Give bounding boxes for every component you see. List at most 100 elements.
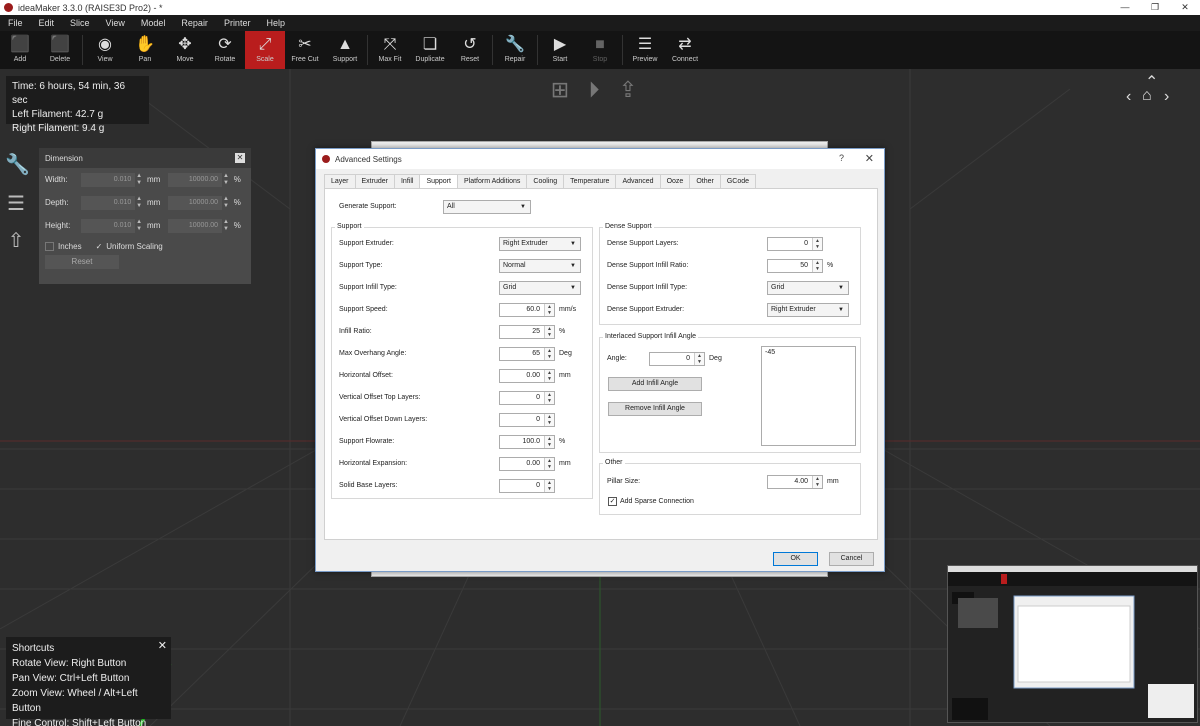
ok-button[interactable]: OK (773, 552, 818, 566)
tab-gcode[interactable]: GCode (719, 174, 757, 188)
dense-support-extruder-select[interactable]: Right Extruder ▼ (767, 303, 849, 317)
spinner-icon[interactable]: ▲ ▼ (135, 196, 143, 210)
tab-other[interactable]: Other (689, 174, 721, 188)
export-icon[interactable]: ⇪ (615, 77, 641, 103)
tab-support[interactable]: Support (419, 174, 458, 189)
tool-view-button[interactable]: ◉ View (85, 31, 125, 69)
chevron-right-icon[interactable]: › (1164, 88, 1169, 106)
help-icon[interactable]: ? (839, 153, 844, 163)
horizontal-expansion-input[interactable]: 0.00 ▲ ▼ (499, 457, 555, 471)
tool-max-fit-button[interactable]: ⤧ Max Fit (370, 31, 410, 69)
checkmark-icon[interactable]: ✓ (96, 242, 103, 251)
generate-support-select[interactable]: All ▼ (443, 200, 531, 214)
menu-printer[interactable]: Printer (216, 18, 259, 28)
dense-support-infill-type-select[interactable]: Grid ▼ (767, 281, 849, 295)
overhang-angle-input[interactable]: 65 ▲ ▼ (499, 347, 555, 361)
tab-infill[interactable]: Infill (393, 174, 421, 188)
menu-file[interactable]: File (0, 18, 31, 28)
width-percent-field[interactable]: 10000.00 (168, 172, 223, 187)
tab-cooling[interactable]: Cooling (526, 174, 565, 188)
menu-slice[interactable]: Slice (62, 18, 98, 28)
solid-base-layers-input[interactable]: 0 ▲ ▼ (499, 479, 555, 493)
width-field[interactable]: 0.010 (81, 172, 136, 187)
tool-connect-button[interactable]: ⇄ Connect (665, 31, 705, 69)
tool-free-cut-button[interactable]: ✂ Free Cut (285, 31, 325, 69)
spinner-icon[interactable]: ▲ ▼ (544, 480, 554, 492)
upload-icon[interactable]: ⇧ (5, 230, 27, 252)
wrench-icon[interactable]: 🔧 (5, 154, 30, 176)
spinner-icon[interactable]: ▲ ▼ (222, 173, 230, 187)
depth-percent-field[interactable]: 10000.00 (168, 195, 223, 210)
spinner-icon[interactable]: ▲ ▼ (222, 196, 230, 210)
horizontal-offset-input[interactable]: 0.00 ▲ ▼ (499, 369, 555, 383)
tab-temperature[interactable]: Temperature (563, 174, 617, 188)
reset-button[interactable]: Reset (45, 255, 119, 269)
sparse-connection-checkbox[interactable]: ✓ (608, 497, 617, 506)
spinner-icon[interactable]: ▲ ▼ (544, 304, 554, 316)
tool-pan-button[interactable]: ✋ Pan (125, 31, 165, 69)
infill-angle-list[interactable]: -45 (761, 346, 856, 446)
tool-support-button[interactable]: ▲ Support (325, 31, 365, 69)
spinner-icon[interactable]: ▲ ▼ (544, 414, 554, 426)
play-circle-icon[interactable]: ⏵ (581, 77, 607, 103)
close-icon[interactable]: ✕ (1170, 0, 1200, 15)
spinner-icon[interactable]: ▲ ▼ (544, 326, 554, 338)
depth-field[interactable]: 0.010 (81, 195, 136, 210)
tab-ooze[interactable]: Ooze (659, 174, 691, 188)
tool-reset-button[interactable]: ↺ Reset (450, 31, 490, 69)
vertical-offset-top-input[interactable]: 0 ▲ ▼ (499, 391, 555, 405)
dense-support-layers-input[interactable]: 0 ▲ ▼ (767, 237, 823, 251)
chevron-left-icon[interactable]: ‹ (1126, 88, 1131, 106)
spinner-icon[interactable]: ▲ ▼ (135, 219, 143, 233)
menu-model[interactable]: Model (133, 18, 174, 28)
close-icon[interactable]: ✕ (235, 153, 245, 163)
menu-view[interactable]: View (98, 18, 133, 28)
tool-add-button[interactable]: ⬛ Add (0, 31, 40, 69)
spinner-icon[interactable]: ▲ ▼ (812, 238, 822, 250)
infill-angle-input[interactable]: 0 ▲ ▼ (649, 352, 705, 366)
tab-extruder[interactable]: Extruder (354, 174, 395, 188)
dense-support-infill-ratio-input[interactable]: 50 ▲ ▼ (767, 259, 823, 273)
tab-platform-additions[interactable]: Platform Additions (456, 174, 528, 188)
remove-infill-angle-button[interactable]: Remove Infill Angle (608, 402, 702, 416)
menu-edit[interactable]: Edit (31, 18, 63, 28)
close-icon[interactable]: ✕ (865, 152, 874, 165)
infill-ratio-input[interactable]: 25 ▲ ▼ (499, 325, 555, 339)
spinner-icon[interactable]: ▲ ▼ (812, 260, 822, 272)
pillar-size-input[interactable]: 4.00 ▲ ▼ (767, 475, 823, 489)
spinner-icon[interactable]: ▲ ▼ (694, 353, 704, 365)
tool-rotate-button[interactable]: ⟳ Rotate (205, 31, 245, 69)
plus-icon[interactable]: ⊞ (547, 77, 573, 103)
minimize-icon[interactable]: — (1110, 0, 1140, 15)
tool-duplicate-button[interactable]: ❏ Duplicate (410, 31, 450, 69)
support-type-select[interactable]: Normal ▼ (499, 259, 581, 273)
spinner-icon[interactable]: ▲ ▼ (544, 348, 554, 360)
home-icon[interactable]: ⌂ (1142, 87, 1152, 105)
tab-layer[interactable]: Layer (324, 174, 356, 188)
spinner-icon[interactable]: ▲ ▼ (222, 219, 230, 233)
spinner-icon[interactable]: ▲ ▼ (812, 476, 822, 488)
spinner-icon[interactable]: ▲ ▼ (544, 392, 554, 404)
tool-stop-button[interactable]: ■ Stop (580, 31, 620, 69)
add-infill-angle-button[interactable]: Add Infill Angle (608, 377, 702, 391)
cancel-button[interactable]: Cancel (829, 552, 874, 566)
support-extruder-select[interactable]: Right Extruder ▼ (499, 237, 581, 251)
close-icon[interactable]: ✕ (158, 639, 167, 654)
tab-advanced[interactable]: Advanced (615, 174, 661, 188)
tool-delete-button[interactable]: ⬛ Delete (40, 31, 80, 69)
inches-checkbox[interactable] (45, 241, 54, 251)
spinner-icon[interactable]: ▲ ▼ (544, 436, 554, 448)
list-item[interactable]: -45 (765, 349, 852, 356)
spinner-icon[interactable]: ▲ ▼ (135, 173, 143, 187)
vertical-offset-down-input[interactable]: 0 ▲ ▼ (499, 413, 555, 427)
height-field[interactable]: 0.010 (81, 218, 136, 233)
tool-preview-button[interactable]: ☰ Preview (625, 31, 665, 69)
spinner-icon[interactable]: ▲ ▼ (544, 370, 554, 382)
tool-move-button[interactable]: ✥ Move (165, 31, 205, 69)
spinner-icon[interactable]: ▲ ▼ (544, 458, 554, 470)
height-percent-field[interactable]: 10000.00 (168, 218, 223, 233)
tool-scale-button[interactable]: ⤢ Scale (245, 31, 285, 69)
support-speed-input[interactable]: 60.0 ▲ ▼ (499, 303, 555, 317)
maximize-icon[interactable]: ❐ (1140, 0, 1170, 15)
support-flowrate-input[interactable]: 100.0 ▲ ▼ (499, 435, 555, 449)
